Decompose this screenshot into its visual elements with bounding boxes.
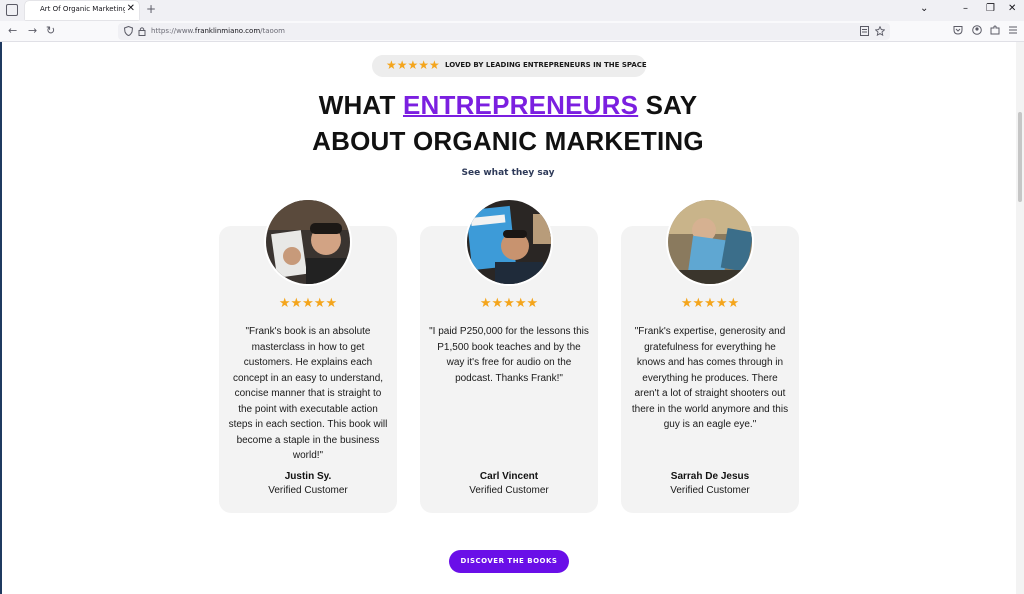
- badge-text: LOVED BY LEADING ENTREPRENEURS IN THE SP…: [445, 61, 647, 69]
- scrollbar-thumb[interactable]: [1018, 112, 1022, 202]
- reload-button[interactable]: ↻: [46, 24, 55, 37]
- url-prefix: https://www.: [151, 27, 195, 35]
- avatar: [666, 198, 754, 286]
- testimonial-quote: "Frank's book is an absolute masterclass…: [228, 326, 388, 461]
- badge-stars: ★★★★★: [386, 58, 440, 72]
- shield-icon[interactable]: [123, 25, 134, 39]
- bookmark-star-icon[interactable]: [874, 25, 886, 39]
- testimonial-quote: "Frank's expertise, generosity and grate…: [631, 326, 789, 430]
- subheading: See what they say: [461, 168, 555, 178]
- restore-button[interactable]: ❐: [986, 3, 995, 14]
- headline-line-2: ABOUT ORGANIC MARKETING: [312, 126, 704, 156]
- testimonial-name: Sarrah De Jesus: [670, 471, 750, 482]
- testimonial-name: Justin Sy.: [284, 471, 332, 482]
- testimonial-role: Verified Customer: [469, 485, 549, 496]
- extensions-icon[interactable]: [990, 25, 1000, 38]
- tab-overflow-chevron-icon[interactable]: ⌄: [920, 3, 928, 14]
- lock-icon[interactable]: [138, 26, 146, 39]
- url-domain: franklinmiano.com: [194, 27, 261, 35]
- browser-tab-strip: Art Of Organic Marketing | My ✕ + ⌄ – ❐ …: [0, 0, 1024, 21]
- minimize-button[interactable]: –: [963, 3, 968, 14]
- window-close-button[interactable]: ✕: [1008, 3, 1016, 14]
- forward-button[interactable]: →: [28, 24, 37, 37]
- browser-nav-bar: ← → ↻ https://www.franklinmiano.com/taoo…: [0, 21, 1024, 42]
- page-scrollbar[interactable]: [1016, 42, 1024, 594]
- tab-list-icon[interactable]: [6, 4, 18, 16]
- rating-stars: ★★★★★: [680, 296, 740, 311]
- rating-stars: ★★★★★: [479, 296, 539, 311]
- reader-view-icon[interactable]: [860, 26, 869, 39]
- menu-icon[interactable]: [1008, 25, 1018, 38]
- headline-accent-link[interactable]: ENTREPRENEURS: [403, 90, 638, 120]
- testimonial-quote: "I paid P250,000 for the lessons this P1…: [429, 326, 589, 384]
- avatar: [465, 198, 553, 286]
- headline-post: SAY: [638, 90, 698, 120]
- headline-line-1: WHAT ENTREPRENEURS SAY: [0, 90, 1016, 121]
- social-proof-badge: ★★★★★ LOVED BY LEADING ENTREPRENEURS IN …: [372, 55, 647, 77]
- back-button[interactable]: ←: [8, 24, 17, 37]
- page-left-edge: [0, 42, 2, 594]
- tab-title: Art Of Organic Marketing | My: [40, 5, 125, 13]
- url-bar[interactable]: https://www.franklinmiano.com/taoom: [118, 23, 890, 40]
- new-tab-button[interactable]: +: [146, 2, 156, 16]
- tab-close-icon[interactable]: ✕: [127, 3, 135, 14]
- testimonial-role: Verified Customer: [670, 485, 750, 496]
- rating-stars: ★★★★★: [278, 296, 338, 311]
- discover-books-button[interactable]: DISCOVER THE BOOKS: [449, 550, 569, 573]
- avatar: [264, 198, 352, 286]
- browser-tab-active[interactable]: Art Of Organic Marketing | My ✕: [25, 1, 139, 20]
- testimonial-role: Verified Customer: [268, 485, 348, 496]
- account-icon[interactable]: [972, 25, 982, 38]
- headline-pre: WHAT: [318, 90, 403, 120]
- url-path: /taoom: [260, 27, 285, 35]
- page-content: ★★★★★ LOVED BY LEADING ENTREPRENEURS IN …: [0, 42, 1016, 594]
- pocket-icon[interactable]: [953, 25, 963, 38]
- url-text: https://www.franklinmiano.com/taoom: [151, 27, 285, 35]
- testimonial-name: Carl Vincent: [479, 471, 539, 482]
